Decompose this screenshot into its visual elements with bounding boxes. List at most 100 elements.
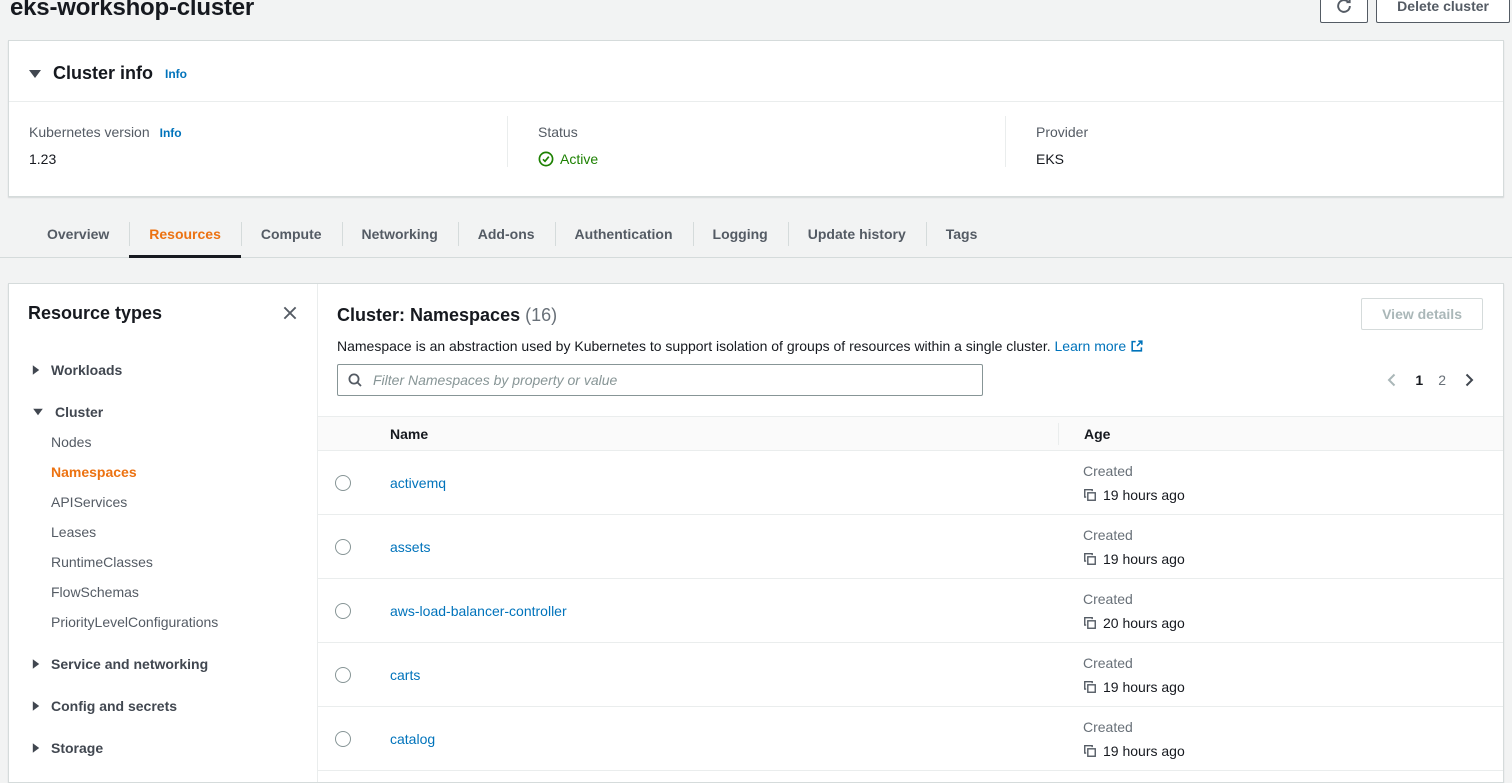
tab-overview[interactable]: Overview [27, 210, 129, 257]
copy-icon[interactable] [1083, 616, 1097, 630]
sidebar-item-nodes[interactable]: Nodes [51, 427, 317, 457]
page-title: eks-workshop-cluster [10, 0, 254, 22]
cluster-info-panel: Cluster info Info Kubernetes version Inf… [8, 40, 1504, 197]
collapse-caret-icon[interactable] [29, 70, 41, 78]
tab-authentication[interactable]: Authentication [555, 210, 693, 257]
chevron-left-icon [1384, 372, 1400, 388]
sidebar-item-apiservices[interactable]: APIServices [51, 487, 317, 517]
sidebar-section-storage[interactable]: Storage [32, 733, 317, 763]
age-value: 20 hours ago [1103, 613, 1185, 633]
sidebar-section-config-and-secrets[interactable]: Config and secrets [32, 691, 317, 721]
filter-namespaces-input[interactable] [371, 371, 973, 389]
age-value: 19 hours ago [1103, 549, 1185, 569]
namespaces-description: Namespace is an abstraction used by Kube… [318, 330, 1503, 354]
copy-icon[interactable] [1083, 680, 1097, 694]
resource-types-title: Resource types [28, 303, 162, 324]
tab-resources[interactable]: Resources [129, 210, 241, 257]
row-radio-button[interactable] [335, 475, 351, 491]
cluster-tabs: Overview Resources Compute Networking Ad… [0, 210, 1512, 258]
sidebar-close-button[interactable] [279, 302, 301, 324]
resource-types-sidebar: Resource types Workloads Cluster [9, 284, 318, 782]
namespaces-count: (16) [525, 305, 557, 325]
tab-networking[interactable]: Networking [342, 210, 458, 257]
caret-down-icon [33, 409, 43, 415]
created-label: Created [1083, 717, 1503, 737]
copy-icon[interactable] [1083, 552, 1097, 566]
kubernetes-version-field: Kubernetes version Info 1.23 [9, 116, 507, 167]
header-actions: Delete cluster [1320, 0, 1510, 23]
delete-cluster-button[interactable]: Delete cluster [1376, 0, 1510, 23]
table-row: activemq Created 19 hours ago [318, 451, 1503, 515]
caret-right-icon [33, 743, 39, 753]
caret-right-icon [33, 659, 39, 669]
kubernetes-version-info-link[interactable]: Info [160, 126, 182, 140]
sidebar-section-cluster[interactable]: Cluster [32, 397, 317, 427]
chevron-right-icon [1461, 372, 1477, 388]
age-value: 19 hours ago [1103, 485, 1185, 505]
namespaces-content: Cluster: Namespaces (16) View details Na… [318, 284, 1503, 782]
column-header-age: Age [1058, 423, 1503, 445]
tab-add-ons[interactable]: Add-ons [458, 210, 555, 257]
column-header-name: Name [390, 426, 1058, 442]
refresh-icon [1335, 0, 1353, 15]
namespace-link[interactable]: assets [390, 539, 430, 555]
created-label: Created [1083, 653, 1503, 673]
pagination: 1 2 [1384, 372, 1477, 388]
created-label: Created [1083, 461, 1503, 481]
age-value: 19 hours ago [1103, 741, 1185, 761]
namespace-link[interactable]: catalog [390, 731, 435, 747]
row-radio-button[interactable] [335, 731, 351, 747]
refresh-button[interactable] [1320, 0, 1368, 23]
sidebar-item-flowschemas[interactable]: FlowSchemas [51, 577, 317, 607]
sidebar-section-workloads[interactable]: Workloads [32, 355, 317, 385]
tab-compute[interactable]: Compute [241, 210, 342, 257]
cluster-info-body: Kubernetes version Info 1.23 Status Acti… [9, 102, 1503, 167]
table-row: assets Created 19 hours ago [318, 515, 1503, 579]
pagination-page-2[interactable]: 2 [1438, 372, 1446, 388]
sidebar-item-leases[interactable]: Leases [51, 517, 317, 547]
sidebar-item-namespaces[interactable]: Namespaces [51, 457, 317, 487]
resource-types-list: Workloads Cluster Nodes Namespaces APISe… [9, 324, 317, 763]
cluster-info-header[interactable]: Cluster info Info [9, 41, 1503, 102]
external-link-icon [1130, 339, 1144, 353]
table-row: catalog Created 19 hours ago [318, 707, 1503, 771]
check-circle-icon [538, 151, 554, 167]
namespace-link[interactable]: activemq [390, 475, 446, 491]
namespace-link[interactable]: aws-load-balancer-controller [390, 603, 567, 619]
sidebar-section-service-and-networking[interactable]: Service and networking [32, 649, 317, 679]
view-details-button[interactable]: View details [1361, 298, 1483, 330]
learn-more-link[interactable]: Learn more [1055, 338, 1145, 354]
close-icon [281, 304, 299, 322]
row-radio-button[interactable] [335, 603, 351, 619]
cluster-info-title: Cluster info [53, 63, 153, 84]
caret-right-icon [33, 701, 39, 711]
copy-icon[interactable] [1083, 744, 1097, 758]
sidebar-item-runtimeclasses[interactable]: RuntimeClasses [51, 547, 317, 577]
cluster-section-children: Nodes Namespaces APIServices Leases Runt… [32, 427, 317, 637]
page-header: eks-workshop-cluster Delete cluster [0, 0, 1512, 40]
search-icon [347, 372, 363, 388]
row-radio-button[interactable] [335, 539, 351, 555]
namespaces-table: Name Age activemq Created 19 hours ago a… [318, 416, 1503, 771]
copy-icon[interactable] [1083, 488, 1097, 502]
cluster-info-info-link[interactable]: Info [165, 67, 187, 81]
kubernetes-version-label: Kubernetes version [29, 124, 150, 140]
pagination-next-button[interactable] [1461, 372, 1477, 388]
provider-label: Provider [1036, 124, 1088, 140]
tab-update-history[interactable]: Update history [788, 210, 926, 257]
status-value: Active [560, 151, 598, 167]
created-label: Created [1083, 525, 1503, 545]
row-radio-button[interactable] [335, 667, 351, 683]
filter-input-box [337, 364, 983, 396]
tab-logging[interactable]: Logging [693, 210, 788, 257]
status-label: Status [538, 124, 578, 140]
tab-tags[interactable]: Tags [926, 210, 998, 257]
caret-right-icon [33, 365, 39, 375]
pagination-prev-button[interactable] [1384, 372, 1400, 388]
namespaces-title: Cluster: Namespaces (16) [337, 298, 557, 326]
pagination-page-1[interactable]: 1 [1415, 372, 1423, 388]
namespace-link[interactable]: carts [390, 667, 420, 683]
resources-panel: Resource types Workloads Cluster [8, 283, 1504, 783]
status-field: Status Active [507, 116, 1005, 167]
sidebar-item-prioritylevelconfigurations[interactable]: PriorityLevelConfigurations [51, 607, 317, 637]
